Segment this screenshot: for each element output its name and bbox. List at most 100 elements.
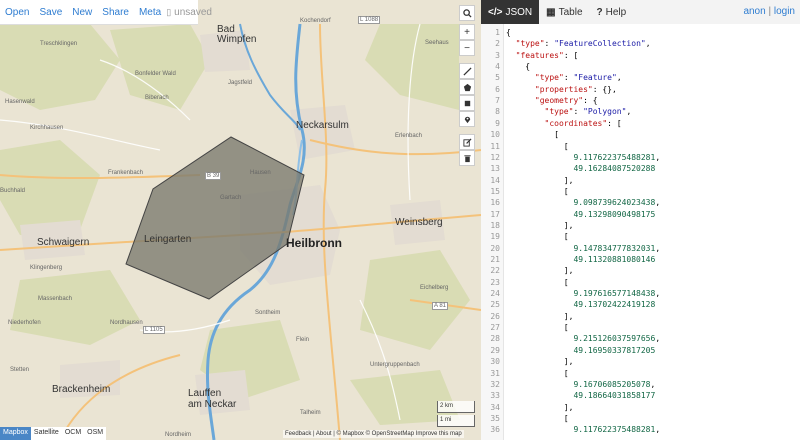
line-code: [ xyxy=(506,232,569,242)
line-number: 21 xyxy=(490,255,500,264)
line-number: 25 xyxy=(490,300,500,310)
line-code: 9.117622375488281, xyxy=(573,152,661,162)
map-canvas[interactable]: Bad Wimpfen Kochendorf Treschklingen Bon… xyxy=(0,0,481,440)
draw-line-icon[interactable] xyxy=(459,63,475,79)
place-frankenbach: Frankenbach xyxy=(108,170,144,176)
line-code: ], xyxy=(506,311,574,321)
json-editor[interactable]: 1 {2 "type": "FeatureCollection", 3 "featu… xyxy=(481,24,800,440)
layer-mapbox[interactable]: Mapbox xyxy=(0,427,31,440)
place-brackenheim: Brackenheim xyxy=(52,384,111,395)
line-number: 12 xyxy=(490,152,500,162)
place-sontheim: Sontheim xyxy=(255,310,281,316)
line-number: 35 xyxy=(490,413,500,423)
draw-rectangle-icon[interactable] xyxy=(459,95,475,111)
place-bonfelder-wald: Bonfelder Wald xyxy=(135,71,176,77)
table-icon: ▦ xyxy=(546,6,556,18)
line-number: 6 xyxy=(495,84,500,94)
line-code: 9.117622375488281, xyxy=(573,425,661,435)
unsaved-status: unsaved xyxy=(174,6,212,18)
map-attribution[interactable]: Feedback | About | © Mapbox © OpenStreet… xyxy=(283,430,464,438)
tab-table[interactable]: ▦ Table xyxy=(539,0,589,24)
line-number: 2 xyxy=(495,39,500,49)
help-icon: ? xyxy=(596,6,603,18)
line-code: 49.18664031858177 xyxy=(573,391,656,401)
line-code: 49.16284087520288 xyxy=(573,164,656,174)
line-code: "features": [ xyxy=(515,50,579,60)
line-number: 3 xyxy=(495,50,500,60)
file-toolbar: Open Save New Share Meta ▯ unsaved xyxy=(0,0,212,25)
line-code: 49.16950337817205 xyxy=(573,345,656,355)
anon-link[interactable]: anon xyxy=(743,6,765,17)
zoom-in-button[interactable]: + xyxy=(459,24,475,40)
user-links: anon | login xyxy=(743,6,795,17)
line-number: 14 xyxy=(490,175,500,185)
line-number: 19 xyxy=(490,232,500,242)
scale-km: 2 km xyxy=(437,401,475,413)
tab-json[interactable]: </> JSON xyxy=(481,0,540,24)
place-jagstfeld: Jagstfeld xyxy=(228,80,253,86)
place-buchhald: Buchhald xyxy=(0,188,26,194)
layer-satellite[interactable]: Satellite xyxy=(31,427,62,440)
place-gartach: Gartach xyxy=(220,195,242,201)
line-code: [ xyxy=(506,130,559,140)
draw-marker-icon[interactable] xyxy=(459,111,475,127)
trash-icon[interactable] xyxy=(459,150,475,166)
line-code: ], xyxy=(506,220,574,230)
line-number: 1 xyxy=(495,28,500,37)
line-code: [ xyxy=(506,141,569,151)
share-button[interactable]: Share xyxy=(97,7,134,18)
login-link[interactable]: login xyxy=(774,6,795,17)
tab-json-label: JSON xyxy=(505,6,533,18)
place-klingenberg: Klingenberg xyxy=(30,265,63,271)
place-eichelberg: Eichelberg xyxy=(420,285,449,291)
layer-switcher: Mapbox Satellite OCM OSM xyxy=(0,427,107,440)
line-number: 36 xyxy=(490,425,500,435)
line-code: 9.147834777832031, xyxy=(573,243,661,253)
line-number: 9 xyxy=(495,118,500,128)
edit-icon[interactable] xyxy=(459,134,475,150)
meta-button[interactable]: Meta xyxy=(134,7,166,18)
line-code: ], xyxy=(506,357,574,367)
line-code: "type": "Feature", xyxy=(534,73,622,83)
line-number: 28 xyxy=(490,334,500,344)
line-code: "type": "Polygon", xyxy=(544,107,632,117)
place-erlenbach: Erlenbach xyxy=(395,133,423,139)
tab-help-label: Help xyxy=(605,6,627,18)
place-heilbronn: Heilbronn xyxy=(286,236,342,250)
road-label-b39: B 39 xyxy=(205,172,222,180)
layer-osm[interactable]: OSM xyxy=(84,427,106,440)
draw-polygon-icon[interactable] xyxy=(459,79,475,95)
line-code: [ xyxy=(506,368,569,378)
line-number: 7 xyxy=(495,96,500,106)
zoom-out-button[interactable]: − xyxy=(459,40,475,56)
user-separator: | xyxy=(768,6,772,17)
place-hausen: Hausen xyxy=(250,170,271,176)
search-icon[interactable] xyxy=(459,5,475,21)
new-button[interactable]: New xyxy=(67,7,97,18)
line-code: 9.16706085205078, xyxy=(573,379,656,389)
place-schwaigern: Schwaigern xyxy=(37,237,90,248)
line-number: 27 xyxy=(490,323,500,333)
line-code: [ xyxy=(506,413,569,423)
line-number: 31 xyxy=(490,368,500,378)
map-controls: + − xyxy=(459,5,475,166)
line-code: "type": "FeatureCollection", xyxy=(515,39,651,49)
line-number: 5 xyxy=(495,73,500,83)
map-scale: 2 km 1 mi xyxy=(437,401,475,429)
line-number: 10 xyxy=(490,130,500,140)
line-number: 13 xyxy=(490,164,500,174)
line-code: 9.215126037597656, xyxy=(573,334,661,344)
line-number: 11 xyxy=(490,141,500,151)
save-button[interactable]: Save xyxy=(34,7,67,18)
line-code: { xyxy=(506,62,531,72)
line-code: "coordinates": [ xyxy=(544,118,622,128)
panel-tabs: </> JSON ▦ Table ? Help anon | login xyxy=(481,0,800,25)
tab-help[interactable]: ? Help xyxy=(590,0,634,24)
line-code: [ xyxy=(506,323,569,333)
open-button[interactable]: Open xyxy=(0,7,34,18)
place-kirchhausen: Kirchhausen xyxy=(30,125,64,131)
place-neckarsulm: Neckarsulm xyxy=(296,120,349,131)
line-number: 33 xyxy=(490,391,500,401)
layer-ocm[interactable]: OCM xyxy=(62,427,84,440)
line-number: 32 xyxy=(490,379,500,389)
